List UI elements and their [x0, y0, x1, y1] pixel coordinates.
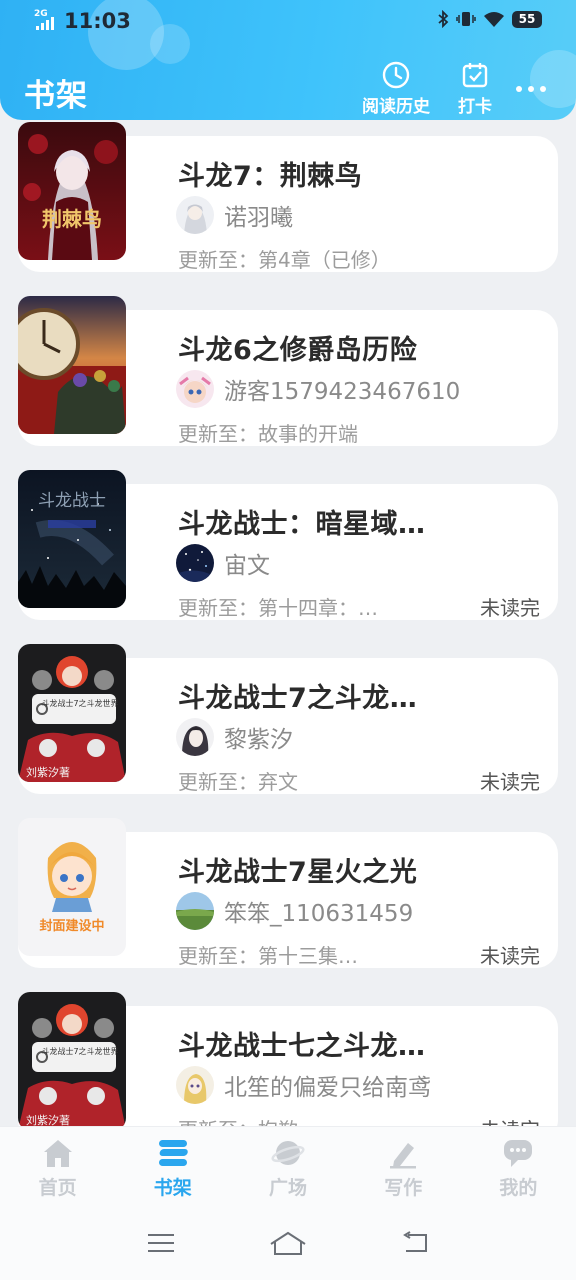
author-avatar	[176, 370, 214, 408]
author-avatar	[176, 1066, 214, 1104]
author-avatar	[176, 892, 214, 930]
author-row: 黎紫汐	[176, 718, 293, 756]
author-row: 诺羽曦	[176, 196, 293, 234]
wifi-icon	[484, 12, 504, 27]
bottom-nav: 首页 书架 广场 写作 我的	[0, 1126, 576, 1210]
read-status: 未读完	[480, 944, 540, 968]
author-avatar	[176, 544, 214, 582]
calendar-check-icon	[462, 63, 488, 88]
author-name: 诺羽曦	[224, 205, 293, 231]
update-info: 更新至：故事的开端	[178, 422, 358, 446]
read-status: 未读完	[480, 596, 540, 620]
more-options-icon[interactable]	[516, 86, 550, 94]
system-nav-bar	[0, 1210, 576, 1280]
author-avatar	[176, 718, 214, 756]
author-avatar	[176, 196, 214, 234]
menu-icon[interactable]	[146, 1232, 176, 1258]
author-name: 游客1579423467610	[224, 379, 461, 405]
page-title: 书架	[24, 78, 88, 114]
cover-title: 斗龙战士7之斗龙世界	[41, 698, 118, 708]
reading-history-label: 阅读历史	[362, 97, 430, 117]
nav-plaza[interactable]: 广场	[230, 1127, 345, 1210]
book-cover[interactable]	[18, 296, 126, 434]
book-title: 斗龙7：荆棘鸟	[178, 161, 363, 192]
status-bar: 2G 11:03 55	[0, 0, 576, 44]
chat-bubble-icon	[504, 1140, 533, 1167]
back-icon[interactable]	[400, 1231, 430, 1259]
update-info: 更新至：第4章（已修）	[178, 248, 391, 272]
bookshelf-list[interactable]: 斗龙7：荆棘鸟 诺羽曦 更新至：第4章（已修） 荆棘鸟 斗龙6之修爵岛历险 游客…	[0, 120, 576, 1126]
author-row: 笨笨_110631459	[176, 892, 413, 930]
book-cover[interactable]: 荆棘鸟	[18, 122, 126, 260]
book-title: 斗龙战士：暗星域…	[178, 509, 426, 540]
check-in-button[interactable]: 打卡	[454, 60, 496, 117]
author-row: 宙文	[176, 544, 270, 582]
nav-bookshelf[interactable]: 书架	[115, 1127, 230, 1210]
author-name: 宙文	[224, 553, 270, 579]
cover-author: 刘紫汐著	[26, 1113, 70, 1126]
nav-me-label: 我的	[499, 1177, 538, 1199]
nav-home-label: 首页	[38, 1177, 77, 1199]
author-name: 北笙的偏爱只给南鸢	[224, 1075, 431, 1101]
book-title: 斗龙战士7之斗龙…	[178, 683, 418, 714]
home-gesture-icon[interactable]	[269, 1230, 307, 1260]
read-status: 未读完	[480, 1114, 540, 1126]
read-status: 未读完	[480, 770, 540, 794]
book-title: 斗龙6之修爵岛历险	[178, 335, 418, 366]
book-title: 斗龙战士七之斗龙…	[178, 1031, 426, 1062]
book-title: 斗龙战士7星火之光	[178, 857, 418, 888]
cover-title: 荆棘鸟	[42, 207, 102, 231]
author-row: 游客1579423467610	[176, 370, 460, 408]
nav-home[interactable]: 首页	[0, 1127, 115, 1210]
bluetooth-icon	[438, 10, 449, 28]
signal-icon: 2G	[34, 9, 58, 32]
nav-write[interactable]: 写作	[346, 1127, 461, 1210]
author-name: 笨笨_110631459	[224, 901, 414, 927]
book-cover[interactable]: 斗龙战士	[18, 470, 126, 608]
nav-plaza-label: 广场	[269, 1177, 308, 1199]
book-cover[interactable]: 斗龙战士7之斗龙世界 刘紫汐著	[18, 992, 126, 1126]
update-info: 更新至：第十四章：…	[178, 596, 378, 620]
battery-icon: 55	[512, 10, 542, 28]
check-in-label: 打卡	[458, 97, 492, 117]
cover-title: 斗龙战士	[38, 491, 106, 511]
status-time: 11:03	[64, 9, 131, 33]
pencil-icon	[390, 1143, 417, 1169]
cover-title: 斗龙战士7之斗龙世界	[41, 1046, 118, 1056]
nav-bookshelf-label: 书架	[153, 1177, 192, 1199]
cover-author: 刘紫汐著	[26, 765, 70, 779]
author-name: 黎紫汐	[224, 727, 293, 753]
update-info: 更新至：弃文	[178, 770, 298, 794]
nav-write-label: 写作	[384, 1177, 423, 1199]
vibrate-icon	[456, 12, 476, 26]
book-cover[interactable]: 斗龙战士7之斗龙世界 刘紫汐著	[18, 644, 126, 782]
update-info: 更新至：抱歉	[178, 1114, 298, 1126]
clock-icon	[382, 61, 410, 89]
book-cover[interactable]: 封面建设中	[18, 818, 126, 956]
app-header: 2G 11:03 55 书架 阅读历史 打卡	[0, 0, 576, 120]
home-icon	[43, 1140, 72, 1167]
reading-history-button[interactable]: 阅读历史	[358, 60, 434, 117]
update-info: 更新至：第十三集…	[178, 944, 358, 968]
decor-bubble	[530, 50, 576, 108]
author-row: 北笙的偏爱只给南鸢	[176, 1066, 431, 1104]
cover-placeholder-text: 封面建设中	[39, 918, 104, 934]
planet-icon	[271, 1141, 305, 1165]
nav-me[interactable]: 我的	[461, 1127, 576, 1210]
bookshelf-icon	[158, 1140, 188, 1166]
